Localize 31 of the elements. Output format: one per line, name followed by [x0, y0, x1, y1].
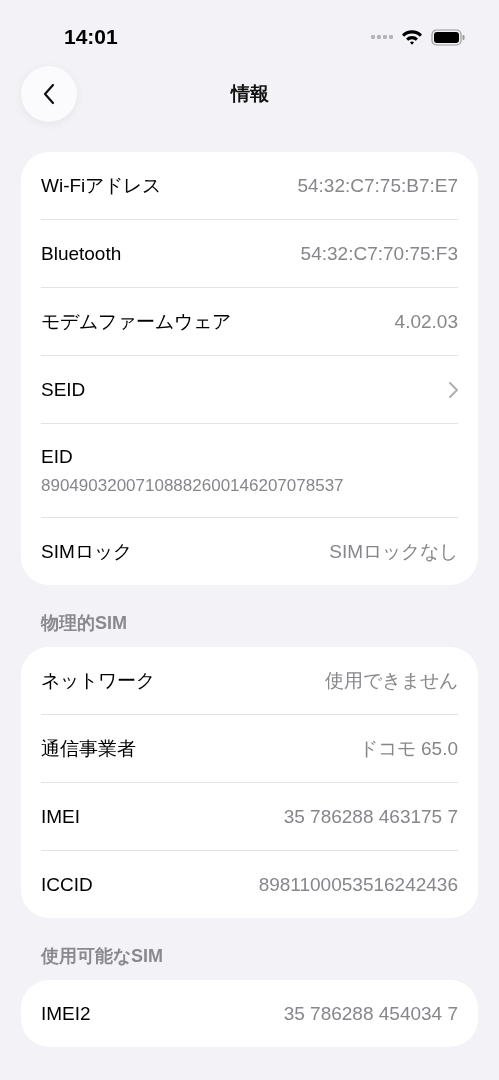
row-value: 89049032007108882600146207078537	[41, 475, 345, 496]
signal-icon	[371, 35, 393, 39]
row-label: SEID	[41, 378, 86, 401]
row-label: IMEI2	[41, 1002, 91, 1025]
chevron-icon	[449, 381, 458, 398]
row-label: ICCID	[41, 873, 93, 896]
status-time: 14:01	[64, 25, 118, 49]
section-header: 使用可能なSIM	[39, 945, 164, 968]
row-label: Bluetooth	[41, 242, 122, 265]
row-label: EID	[41, 445, 74, 468]
battery-icon	[431, 28, 465, 46]
row-label: 通信事業者	[41, 736, 136, 761]
row-value: 35 786288 463175 7	[283, 805, 458, 828]
page-title: 情報	[230, 82, 269, 106]
section-header: 物理的SIM	[39, 612, 128, 635]
row-label: モデムファームウェア	[41, 309, 231, 334]
row-value: 35 786288 454034 7	[283, 1002, 458, 1025]
row-value: 8981100053516242436	[258, 873, 458, 896]
list-row[interactable]: SEID	[41, 356, 458, 424]
row-label: Wi-Fiアドレス	[41, 173, 162, 198]
row-label: ネットワーク	[41, 668, 155, 693]
row-label: IMEI	[41, 805, 81, 828]
row-value: ドコモ 65.0	[358, 736, 458, 761]
row-value: 4.02.03	[394, 310, 458, 333]
row-value: SIMロックなし	[329, 539, 458, 564]
wifi-icon	[401, 29, 423, 45]
back-chevron-icon	[43, 83, 55, 105]
row-label: SIMロック	[41, 539, 132, 564]
row-value: 54:32:C7:75:B7:E7	[297, 174, 458, 197]
row-value: 使用できません	[325, 668, 458, 693]
row-value: 54:32:C7:70:75:F3	[300, 242, 458, 265]
